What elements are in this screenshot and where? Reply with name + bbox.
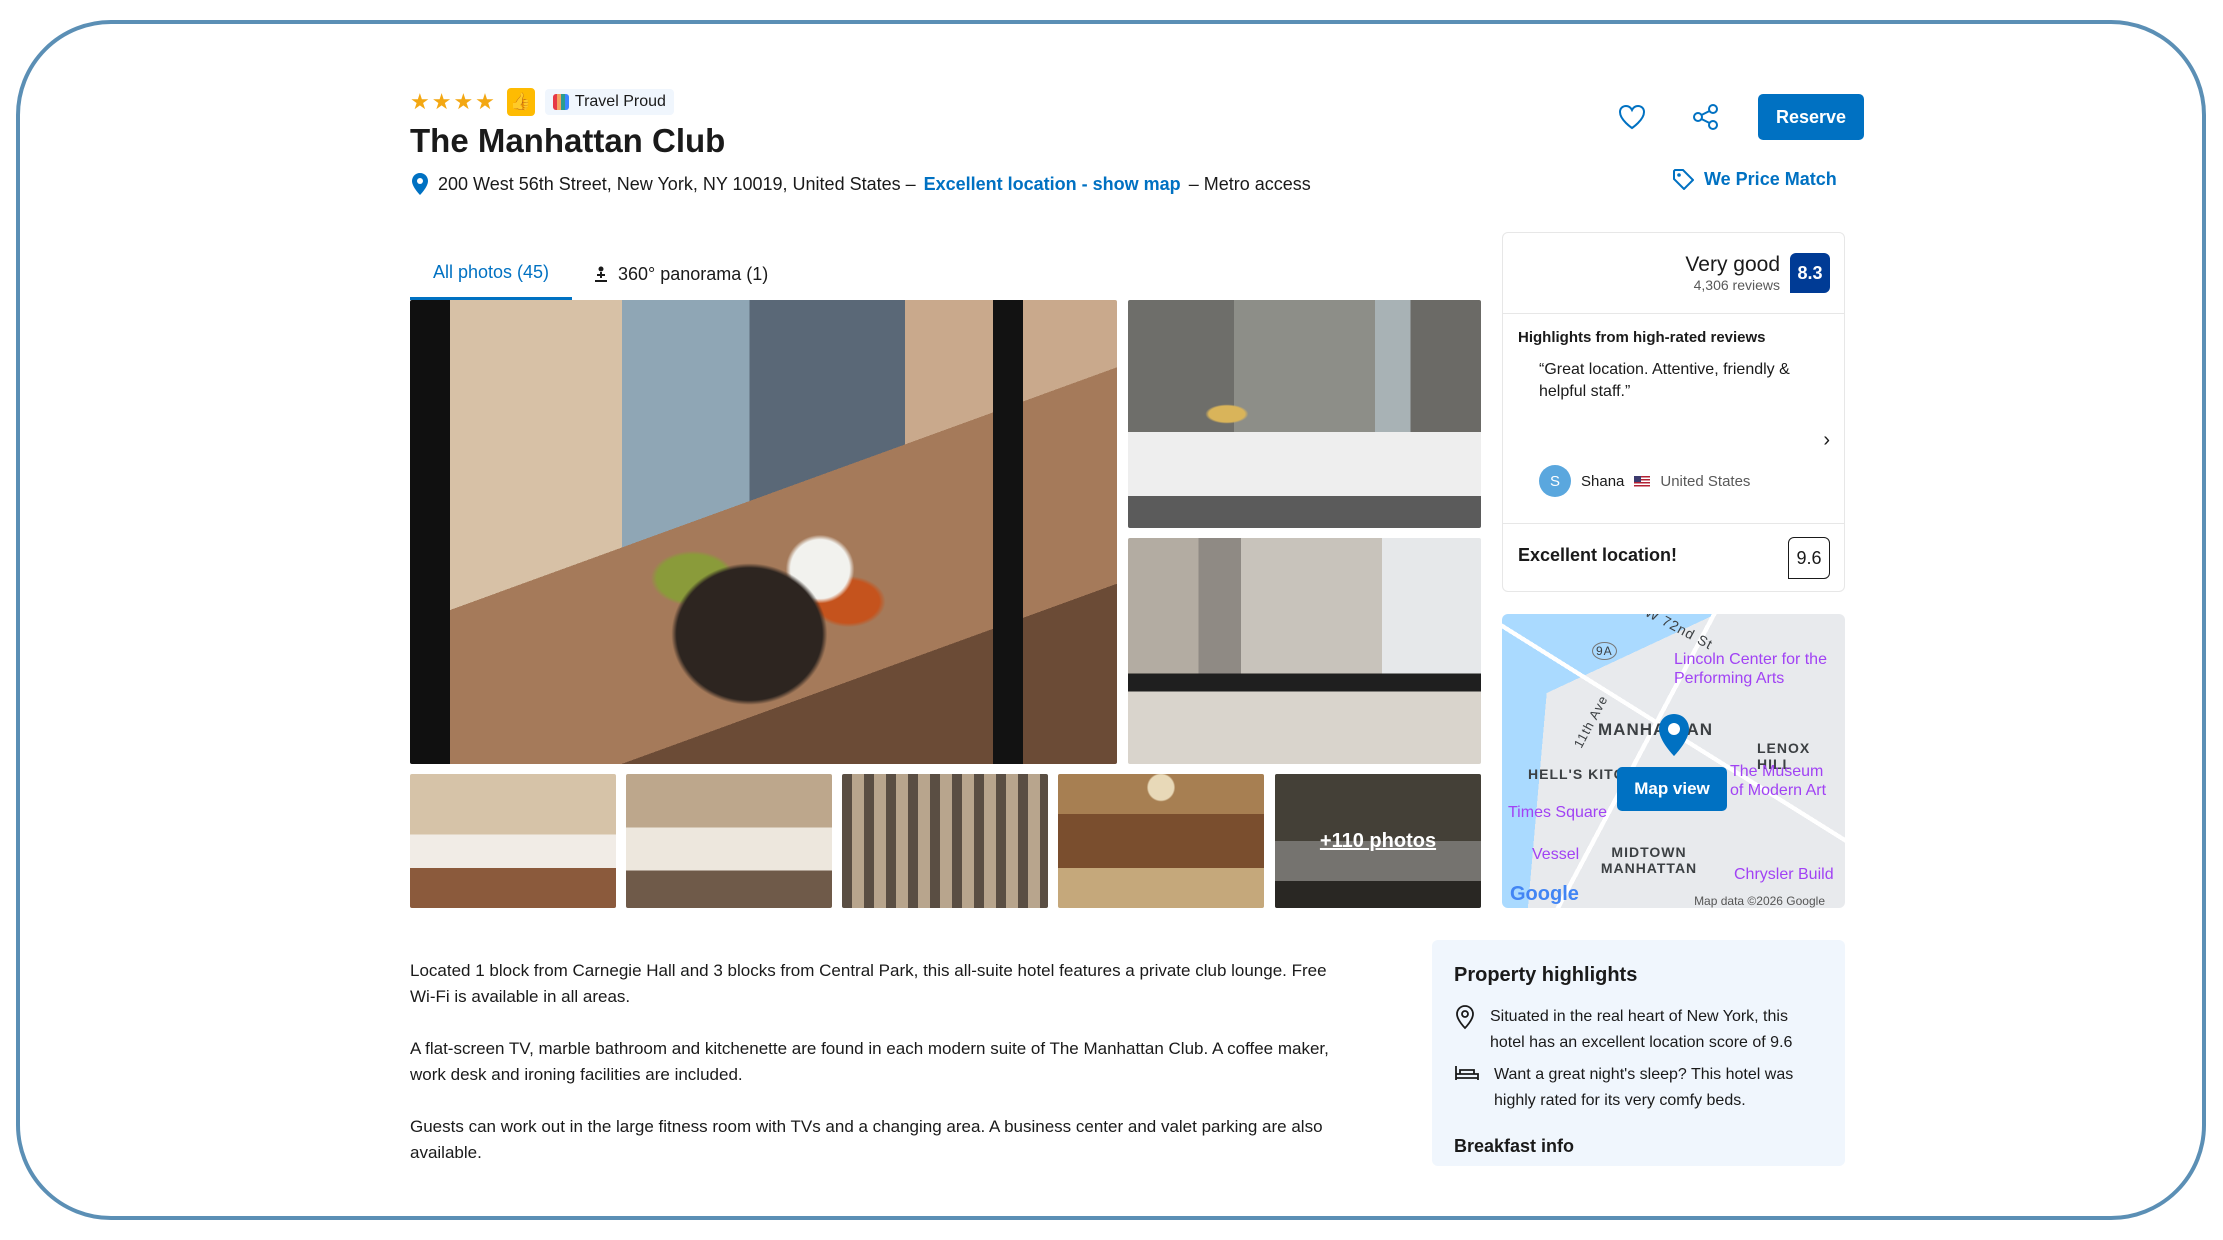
address-row: 200 West 56th Street, New York, NY 10019…	[410, 172, 1311, 196]
tab-panorama-label: 360° panorama (1)	[618, 263, 769, 284]
highlight-item: Want a great night's sleep? This hotel w…	[1454, 1062, 1824, 1114]
address-text: 200 West 56th Street, New York, NY 10019…	[438, 173, 916, 194]
description-paragraph: Located 1 block from Carnegie Hall and 3…	[410, 961, 1327, 1006]
hotel-map-pin-icon	[1659, 714, 1689, 756]
location-pin-icon	[412, 173, 428, 195]
tab-panorama[interactable]: 360° panorama (1)	[572, 248, 788, 300]
location-score-badge: 9.6	[1788, 537, 1830, 579]
map-area-midtown: MIDTOWN MANHATTAN	[1600, 844, 1698, 876]
location-score-label: Excellent location!	[1518, 545, 1678, 565]
panorama-icon	[595, 266, 607, 282]
rating-header[interactable]: Very good 4,306 reviews 8.3	[1685, 253, 1830, 293]
map-street-label: W 72nd St	[1642, 614, 1716, 653]
thumb-living-room[interactable]	[626, 774, 832, 908]
review-quote: “Great location. Attentive, friendly & h…	[1539, 361, 1790, 400]
reviewer: S Shana United States	[1539, 465, 1750, 497]
reviewer-name: Shana	[1581, 472, 1625, 490]
thumb-building-facade[interactable]	[842, 774, 1048, 908]
hotel-description: Located 1 block from Carnegie Hall and 3…	[410, 958, 1345, 1192]
chevron-right-icon[interactable]: ›	[1823, 429, 1830, 452]
review-highlights-title: Highlights from high-rated reviews	[1518, 329, 1766, 346]
avatar: S	[1539, 465, 1571, 497]
save-heart-button[interactable]	[1610, 95, 1654, 139]
heart-icon	[1618, 104, 1646, 130]
travel-proud-label: Travel Proud	[574, 93, 666, 110]
share-button[interactable]	[1684, 95, 1728, 139]
highlight-text: Situated in the real heart of New York, …	[1490, 1008, 1793, 1051]
divider	[1503, 523, 1844, 524]
price-match-link[interactable]: We Price Match	[1672, 168, 1837, 190]
travel-proud-badge[interactable]: Travel Proud	[544, 89, 674, 115]
map-poi-lincoln: Lincoln Center for the Performing Arts	[1674, 651, 1827, 687]
map-view-button[interactable]: Map view	[1617, 767, 1727, 811]
us-flag-icon	[1634, 475, 1651, 487]
review-score-card: Very good 4,306 reviews 8.3 Highlights f…	[1502, 232, 1845, 592]
map-poi-times-square: Times Square	[1508, 804, 1607, 821]
property-highlights: Property highlights Situated in the real…	[1432, 940, 1845, 1166]
score-badge: 8.3	[1790, 253, 1830, 293]
badge-row: ★★★★ 👍 Travel Proud	[410, 88, 674, 116]
description-paragraph: A flat-screen TV, marble bathroom and ki…	[410, 1039, 1329, 1084]
highlight-text: Want a great night's sleep? This hotel w…	[1494, 1066, 1794, 1109]
description-paragraph: Guests can work out in the large fitness…	[410, 1117, 1323, 1162]
rating-text: Very good 4,306 reviews	[1685, 253, 1780, 293]
share-icon	[1693, 104, 1718, 130]
thumb-suite-bedroom[interactable]	[410, 774, 616, 908]
thumbs-up-icon[interactable]: 👍	[506, 88, 535, 116]
reviewer-country: United States	[1660, 472, 1751, 490]
tag-icon	[1673, 169, 1694, 190]
divider	[1503, 313, 1844, 314]
header-actions: Reserve	[1610, 94, 1864, 140]
map-poi-chrysler: Chrysler Build	[1734, 866, 1834, 883]
highlights-title: Property highlights	[1454, 964, 1638, 986]
photo-bathroom[interactable]	[1128, 538, 1481, 764]
travel-proud-icon	[552, 94, 569, 110]
thumb-more-photos[interactable]: +110 photos	[1275, 774, 1481, 908]
map-preview[interactable]: W 72nd St Lincoln Center for the Perform…	[1502, 614, 1845, 908]
metro-access-text: – Metro access	[1188, 173, 1311, 194]
map-poi-moma: The Museum of Modern Art	[1730, 763, 1827, 799]
show-map-link[interactable]: Excellent location - show map	[924, 174, 1181, 195]
hotel-page: ★★★★ 👍 Travel Proud The Manhattan Club 2…	[0, 0, 2223, 1240]
hotel-title: The Manhattan Club	[410, 122, 726, 159]
thumb-lobby[interactable]	[1058, 774, 1264, 908]
bed-icon	[1455, 1066, 1479, 1080]
map-poi-vessel: Vessel	[1532, 846, 1580, 863]
photo-bedroom[interactable]	[1128, 300, 1481, 528]
review-count: 4,306 reviews	[1693, 277, 1780, 293]
map-credit: Map data ©2026 Google	[1694, 894, 1825, 908]
breakfast-info-heading: Breakfast info	[1454, 1136, 1575, 1156]
price-match-label: We Price Match	[1704, 168, 1837, 189]
more-photos-label[interactable]: +110 photos	[1275, 774, 1481, 908]
map-route-label: 9A	[1592, 642, 1617, 660]
main-photo-balcony[interactable]	[410, 300, 1117, 764]
rating-word: Very good	[1685, 253, 1780, 276]
tab-all-photos[interactable]: All photos (45)	[410, 248, 572, 300]
star-rating: ★★★★	[410, 89, 497, 114]
location-pin-icon	[1456, 1005, 1474, 1030]
reserve-button[interactable]: Reserve	[1758, 94, 1864, 140]
highlight-item: Situated in the real heart of New York, …	[1454, 1004, 1824, 1056]
photo-tabs: All photos (45) 360° panorama (1)	[410, 248, 788, 300]
google-logo: Google	[1510, 883, 1579, 905]
